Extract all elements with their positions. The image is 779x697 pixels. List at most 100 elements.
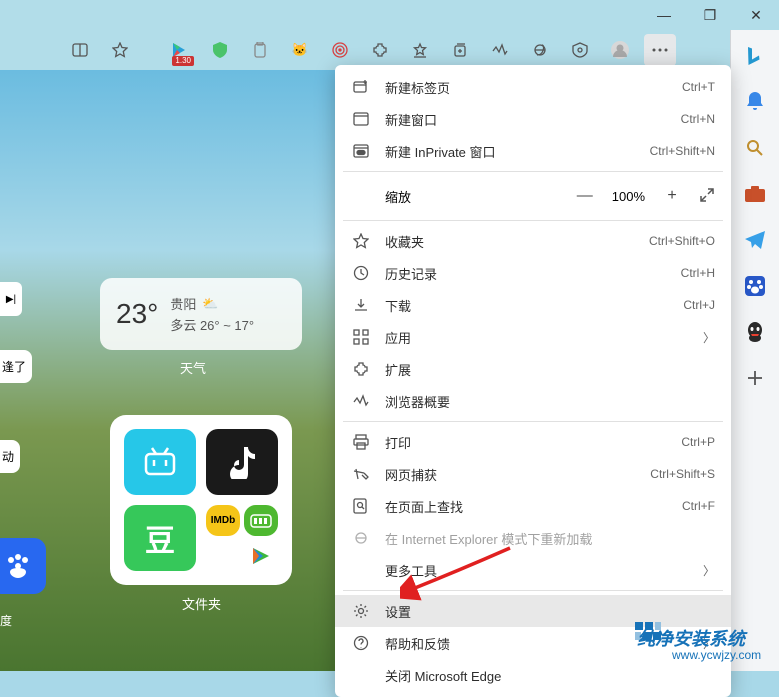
print-icon [351, 432, 371, 452]
play-store-icon[interactable]: 1.30 [164, 34, 196, 66]
new-window-icon [351, 109, 371, 129]
menu-print-label: 打印 [385, 433, 681, 452]
temperature-value: 23° [116, 298, 158, 330]
menu-divider [343, 421, 723, 422]
window-minimize-button[interactable]: — [641, 0, 687, 30]
search-side-icon[interactable] [741, 134, 769, 162]
menu-history[interactable]: 历史记录 Ctrl+H [335, 257, 731, 289]
downloads-icon [351, 295, 371, 315]
menu-extensions-label: 扩展 [385, 360, 715, 379]
menu-apps-label: 应用 [385, 328, 695, 347]
menu-essentials[interactable]: 浏览器概要 [335, 385, 731, 417]
tiktok-icon[interactable] [206, 429, 278, 495]
paw-icon[interactable] [741, 272, 769, 300]
bilibili-icon[interactable] [124, 429, 196, 495]
window-maximize-button[interactable]: ❐ [687, 0, 733, 30]
browser-toolbar: 1.30 🐱 [0, 30, 779, 70]
weather-range: 多云 26° ~ 17° [170, 315, 254, 334]
bing-icon[interactable] [741, 42, 769, 70]
shield-icon[interactable] [204, 34, 236, 66]
partial-label-c: 度 [0, 612, 12, 629]
help-icon [351, 633, 371, 653]
chevron-right-icon: 〉 [703, 329, 715, 346]
history-icon [351, 263, 371, 283]
target-icon[interactable] [324, 34, 356, 66]
folder-widget[interactable]: 豆 IMDb [110, 415, 292, 585]
briefcase-icon[interactable] [741, 180, 769, 208]
menu-capture-label: 网页捕获 [385, 465, 650, 484]
menu-print[interactable]: 打印 Ctrl+P [335, 426, 731, 458]
extensions-menu-icon [351, 359, 371, 379]
menu-downloads-shortcut: Ctrl+J [683, 298, 715, 312]
zoom-out-button[interactable]: — [576, 187, 594, 205]
split-screen-icon[interactable] [64, 34, 96, 66]
menu-zoom-row: 缩放 — 100% + [335, 176, 731, 216]
menu-apps[interactable]: 应用 〉 [335, 321, 731, 353]
favorites-bar-icon[interactable] [404, 34, 436, 66]
vpn-icon[interactable] [564, 34, 596, 66]
menu-divider [343, 171, 723, 172]
menu-favorites[interactable]: 收藏夹 Ctrl+Shift+O [335, 225, 731, 257]
partial-widget-b: 动 [0, 440, 20, 473]
baidu-icon[interactable] [0, 538, 46, 594]
ie-mode-icon [351, 528, 371, 548]
tencent-video-icon[interactable] [244, 540, 278, 571]
performance-icon[interactable] [484, 34, 516, 66]
menu-more-tools[interactable]: 更多工具 〉 [335, 554, 731, 586]
profile-icon[interactable] [604, 34, 636, 66]
menu-print-shortcut: Ctrl+P [681, 435, 715, 449]
weather-widget-label: 天气 [180, 358, 206, 377]
capture-icon [351, 464, 371, 484]
chevron-right-icon: 〉 [703, 562, 715, 579]
menu-capture-shortcut: Ctrl+Shift+S [650, 467, 715, 481]
menu-new-window[interactable]: 新建窗口 Ctrl+N [335, 103, 731, 135]
menu-favorites-label: 收藏夹 [385, 232, 649, 251]
menu-new-tab[interactable]: 新建标签页 Ctrl+T [335, 71, 731, 103]
menu-close-edge-label: 关闭 Microsoft Edge [385, 666, 715, 685]
weather-widget[interactable]: 23° 贵阳 ⛅ 多云 26° ~ 17° [100, 278, 302, 350]
collections-icon[interactable] [444, 34, 476, 66]
favorite-star-icon[interactable] [104, 34, 136, 66]
find-icon [351, 496, 371, 516]
essentials-icon [351, 391, 371, 411]
bell-icon[interactable] [741, 88, 769, 116]
blank-icon [351, 560, 371, 580]
left-expand-handle[interactable]: ▶| [0, 282, 22, 316]
browser-menu: 新建标签页 Ctrl+T 新建窗口 Ctrl+N 新建 InPrivate 窗口… [335, 65, 731, 697]
cat-icon[interactable]: 🐱 [284, 34, 316, 66]
menu-new-inprivate-shortcut: Ctrl+Shift+N [650, 144, 715, 158]
menu-downloads[interactable]: 下载 Ctrl+J [335, 289, 731, 321]
menu-extensions[interactable]: 扩展 [335, 353, 731, 385]
menu-history-label: 历史记录 [385, 264, 681, 283]
menu-find-label: 在页面上查找 [385, 497, 682, 516]
menu-find[interactable]: 在页面上查找 Ctrl+F [335, 490, 731, 522]
fullscreen-button[interactable] [699, 187, 715, 206]
menu-new-tab-label: 新建标签页 [385, 78, 682, 97]
menu-new-inprivate[interactable]: 新建 InPrivate 窗口 Ctrl+Shift+N [335, 135, 731, 167]
telegram-icon[interactable] [741, 226, 769, 254]
window-close-button[interactable]: ✕ [733, 0, 779, 30]
zoom-in-button[interactable]: + [663, 187, 681, 205]
imdb-icon[interactable]: IMDb [206, 505, 240, 536]
menu-new-tab-shortcut: Ctrl+T [682, 80, 715, 94]
edge-sidebar [730, 30, 779, 671]
new-tab-icon [351, 77, 371, 97]
watermark-url: www.ycwjzy.com [672, 648, 761, 662]
zoom-label: 缩放 [385, 187, 576, 206]
menu-new-inprivate-label: 新建 InPrivate 窗口 [385, 142, 650, 161]
iqiyi-icon[interactable] [244, 505, 278, 536]
folder-widget-label: 文件夹 [182, 594, 221, 613]
add-side-icon[interactable] [741, 364, 769, 392]
window-titlebar: — ❐ ✕ [0, 0, 779, 30]
menu-divider [343, 220, 723, 221]
extensions-icon[interactable] [364, 34, 396, 66]
ie-icon[interactable] [524, 34, 556, 66]
clipboard-icon[interactable] [244, 34, 276, 66]
douban-icon[interactable]: 豆 [124, 505, 196, 571]
qq-icon[interactable] [741, 318, 769, 346]
menu-capture[interactable]: 网页捕获 Ctrl+Shift+S [335, 458, 731, 490]
menu-close-edge[interactable]: 关闭 Microsoft Edge [335, 659, 731, 691]
menu-find-shortcut: Ctrl+F [682, 499, 715, 513]
more-menu-button[interactable] [644, 34, 676, 66]
weather-city: 贵阳 [170, 294, 196, 313]
